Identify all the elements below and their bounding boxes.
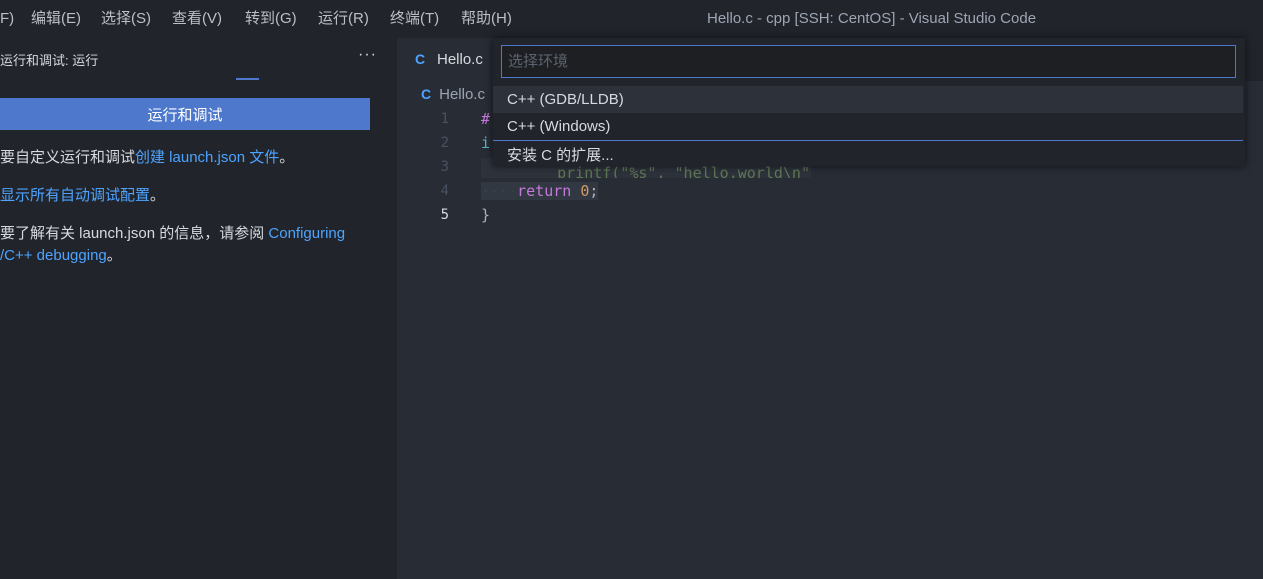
indent-guide: ···· [481, 182, 518, 200]
menu-view[interactable]: 查看(V) [172, 0, 222, 38]
tab-label: Hello.c [437, 51, 483, 68]
title-bar: F) 编辑(E) 选择(S) 查看(V) 转到(G) 运行(R) 终端(T) 帮… [0, 0, 1263, 38]
create-launch-prefix: 要自定义运行和调试 [0, 149, 136, 166]
menu-edit[interactable]: 编辑(E) [31, 0, 81, 38]
code-line-4[interactable]: ····return 0; [481, 182, 599, 200]
progress-indicator [236, 78, 259, 80]
launch-info-paragraph: 要了解有关 launch.json 的信息，请参阅 Configuring/C+… [0, 223, 370, 267]
select-environment-quick-pick: C++ (GDB/LLDB) C++ (Windows) 安装 C 的扩展... [493, 38, 1245, 166]
c-file-icon: C [415, 51, 426, 67]
option-install-c-extension[interactable]: 安装 C 的扩展... [493, 142, 1243, 169]
list-separator [493, 140, 1243, 141]
show-configs-suffix: 。 [150, 187, 166, 204]
cpp-debugging-link[interactable]: /C++ debugging [0, 247, 107, 264]
return-keyword: return [517, 182, 572, 200]
show-all-debug-configs-link[interactable]: 显示所有自动调试配置 [0, 187, 150, 204]
configuring-link[interactable]: Configuring [268, 225, 345, 242]
menu-run[interactable]: 运行(R) [318, 0, 369, 38]
launch-info-suffix: 。 [106, 247, 122, 264]
run-and-debug-button[interactable]: 运行和调试 [0, 98, 370, 130]
option-cpp-windows[interactable]: C++ (Windows) [493, 113, 1243, 140]
show-configs-paragraph: 显示所有自动调试配置。 [0, 185, 370, 207]
menu-help[interactable]: 帮助(H) [461, 0, 512, 38]
breadcrumb[interactable]: C Hello.c [421, 86, 485, 103]
option-cpp-gdb-lldb[interactable]: C++ (GDB/LLDB) [493, 86, 1243, 113]
more-actions-icon[interactable]: ··· [358, 46, 377, 64]
code-line-5[interactable]: } [481, 206, 490, 224]
menu-file[interactable]: F) [0, 0, 14, 38]
code-line-2[interactable]: i [481, 134, 490, 152]
launch-info-prefix: 要了解有关 launch.json 的信息，请参阅 [0, 225, 269, 242]
menu-terminal[interactable]: 终端(T) [390, 0, 439, 38]
window-title: Hello.c - cpp [SSH: CentOS] - Visual Stu… [707, 10, 1037, 27]
semicolon: ; [589, 182, 599, 200]
create-launch-suffix: 。 [279, 149, 295, 166]
environment-search-input[interactable] [501, 45, 1236, 78]
menu-selection[interactable]: 选择(S) [101, 0, 151, 38]
menu-go[interactable]: 转到(G) [245, 0, 297, 38]
line-number: 1 [440, 111, 449, 127]
create-launch-paragraph: 要自定义运行和调试创建 launch.json 文件。 [0, 147, 370, 169]
tab-hello-c[interactable]: C Hello.c [397, 38, 507, 81]
breadcrumb-file: Hello.c [439, 86, 485, 103]
line-number: 2 [440, 135, 449, 151]
line-number: 3 [440, 159, 449, 175]
sidebar-title: 运行和调试: 运行 [0, 53, 99, 68]
code-line-1[interactable]: # [481, 110, 490, 128]
create-launch-json-link[interactable]: 创建 launch.json 文件 [135, 149, 279, 166]
run-debug-sidebar: 运行和调试: 运行 ··· 运行和调试 要自定义运行和调试创建 launch.j… [0, 38, 397, 579]
line-number-active: 5 [440, 207, 449, 223]
c-file-icon: C [421, 86, 432, 102]
line-number: 4 [440, 183, 449, 199]
